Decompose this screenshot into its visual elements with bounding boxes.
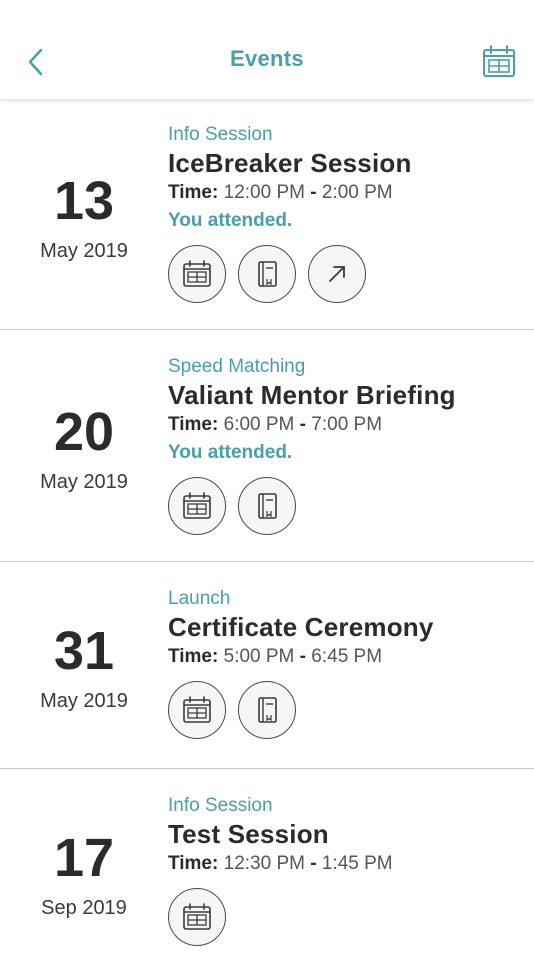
event-month-year: May 2019 — [40, 240, 128, 262]
event-title: Valiant Mentor Briefing — [168, 380, 456, 410]
add-to-calendar-button[interactable] — [168, 681, 226, 739]
event-actions — [168, 245, 524, 303]
time-start: 12:00 PM — [223, 182, 305, 203]
time-separator: - — [310, 182, 317, 203]
calendar-icon — [183, 492, 211, 519]
notes-button[interactable] — [238, 681, 296, 739]
event-title: Certificate Ceremony — [168, 612, 434, 642]
time-separator: - — [299, 414, 306, 435]
event-time: Time: 5:00 PM - 6:45 PM — [168, 643, 524, 671]
calendar-icon — [183, 260, 211, 287]
event-time: Time: 12:30 PM - 1:45 PM — [168, 850, 524, 878]
page-title: Events — [230, 46, 304, 71]
time-end: 2:00 PM — [321, 182, 393, 203]
notes-button[interactable] — [238, 245, 296, 303]
event-category: Info Session — [168, 124, 273, 145]
attendance-status: You attended. — [168, 442, 293, 463]
event-title: IceBreaker Session — [168, 148, 412, 178]
time-label: Time: — [168, 853, 219, 874]
external-link-icon — [329, 266, 345, 282]
time-start: 12:30 PM — [223, 853, 305, 874]
event-date: 13 May 2019 — [0, 174, 168, 263]
event-info: Launch Certificate Ceremony Time: 5:00 P… — [168, 587, 524, 739]
event-category: Launch — [168, 588, 231, 609]
add-to-calendar-button[interactable] — [168, 888, 226, 946]
time-end: 6:45 PM — [311, 646, 383, 667]
event-day: 20 — [53, 402, 115, 462]
event-date: 20 May 2019 — [0, 405, 168, 494]
attendance-status: You attended. — [168, 210, 293, 231]
event-actions — [168, 888, 524, 946]
time-end: 7:00 PM — [311, 414, 383, 435]
calendar-icon — [483, 45, 515, 77]
event-actions — [168, 681, 524, 739]
event-info: Info Session IceBreaker Session Time: 12… — [168, 123, 524, 303]
time-start: 6:00 PM — [223, 414, 295, 435]
event-info: Speed Matching Valiant Mentor Briefing T… — [168, 355, 524, 535]
event-day: 31 — [53, 621, 115, 681]
event-category: Speed Matching — [168, 356, 306, 377]
time-label: Time: — [168, 182, 219, 203]
time-start: 5:00 PM — [223, 646, 295, 667]
notebook-icon — [258, 493, 277, 519]
time-separator: - — [310, 853, 317, 874]
event-month-year: Sep 2019 — [41, 897, 127, 919]
event-date: 31 May 2019 — [0, 624, 168, 713]
event-actions — [168, 477, 524, 535]
calendar-icon — [183, 903, 211, 930]
add-to-calendar-button[interactable] — [168, 477, 226, 535]
event-time: Time: 12:00 PM - 2:00 PM — [168, 179, 524, 207]
event-date: 17 Sep 2019 — [0, 831, 168, 920]
event-title: Test Session — [168, 819, 329, 849]
add-to-calendar-button[interactable] — [168, 245, 226, 303]
event-category: Info Session — [168, 795, 273, 816]
open-event-button[interactable] — [308, 245, 366, 303]
event-item[interactable]: 13 May 2019 Info Session IceBreaker Sess… — [0, 99, 534, 330]
event-month-year: May 2019 — [40, 690, 128, 712]
events-list: 13 May 2019 Info Session IceBreaker Sess… — [0, 99, 534, 959]
event-item[interactable]: 31 May 2019 Launch Certificate Ceremony … — [0, 562, 534, 769]
event-day: 13 — [53, 171, 115, 231]
event-item[interactable]: 17 Sep 2019 Info Session Test Session Ti… — [0, 769, 534, 959]
event-day: 17 — [53, 828, 115, 888]
notebook-icon — [258, 261, 277, 287]
event-info: Info Session Test Session Time: 12:30 PM… — [168, 794, 524, 946]
event-item[interactable]: 20 May 2019 Speed Matching Valiant Mento… — [0, 330, 534, 562]
time-separator: - — [299, 646, 306, 667]
calendar-icon — [183, 696, 211, 723]
time-label: Time: — [168, 646, 219, 667]
event-time: Time: 6:00 PM - 7:00 PM — [168, 411, 524, 439]
time-end: 1:45 PM — [321, 853, 393, 874]
notebook-icon — [258, 697, 277, 723]
time-label: Time: — [168, 414, 219, 435]
calendar-button[interactable] — [481, 44, 517, 80]
event-month-year: May 2019 — [40, 471, 128, 493]
notes-button[interactable] — [238, 477, 296, 535]
app-header: Events — [0, 0, 534, 99]
